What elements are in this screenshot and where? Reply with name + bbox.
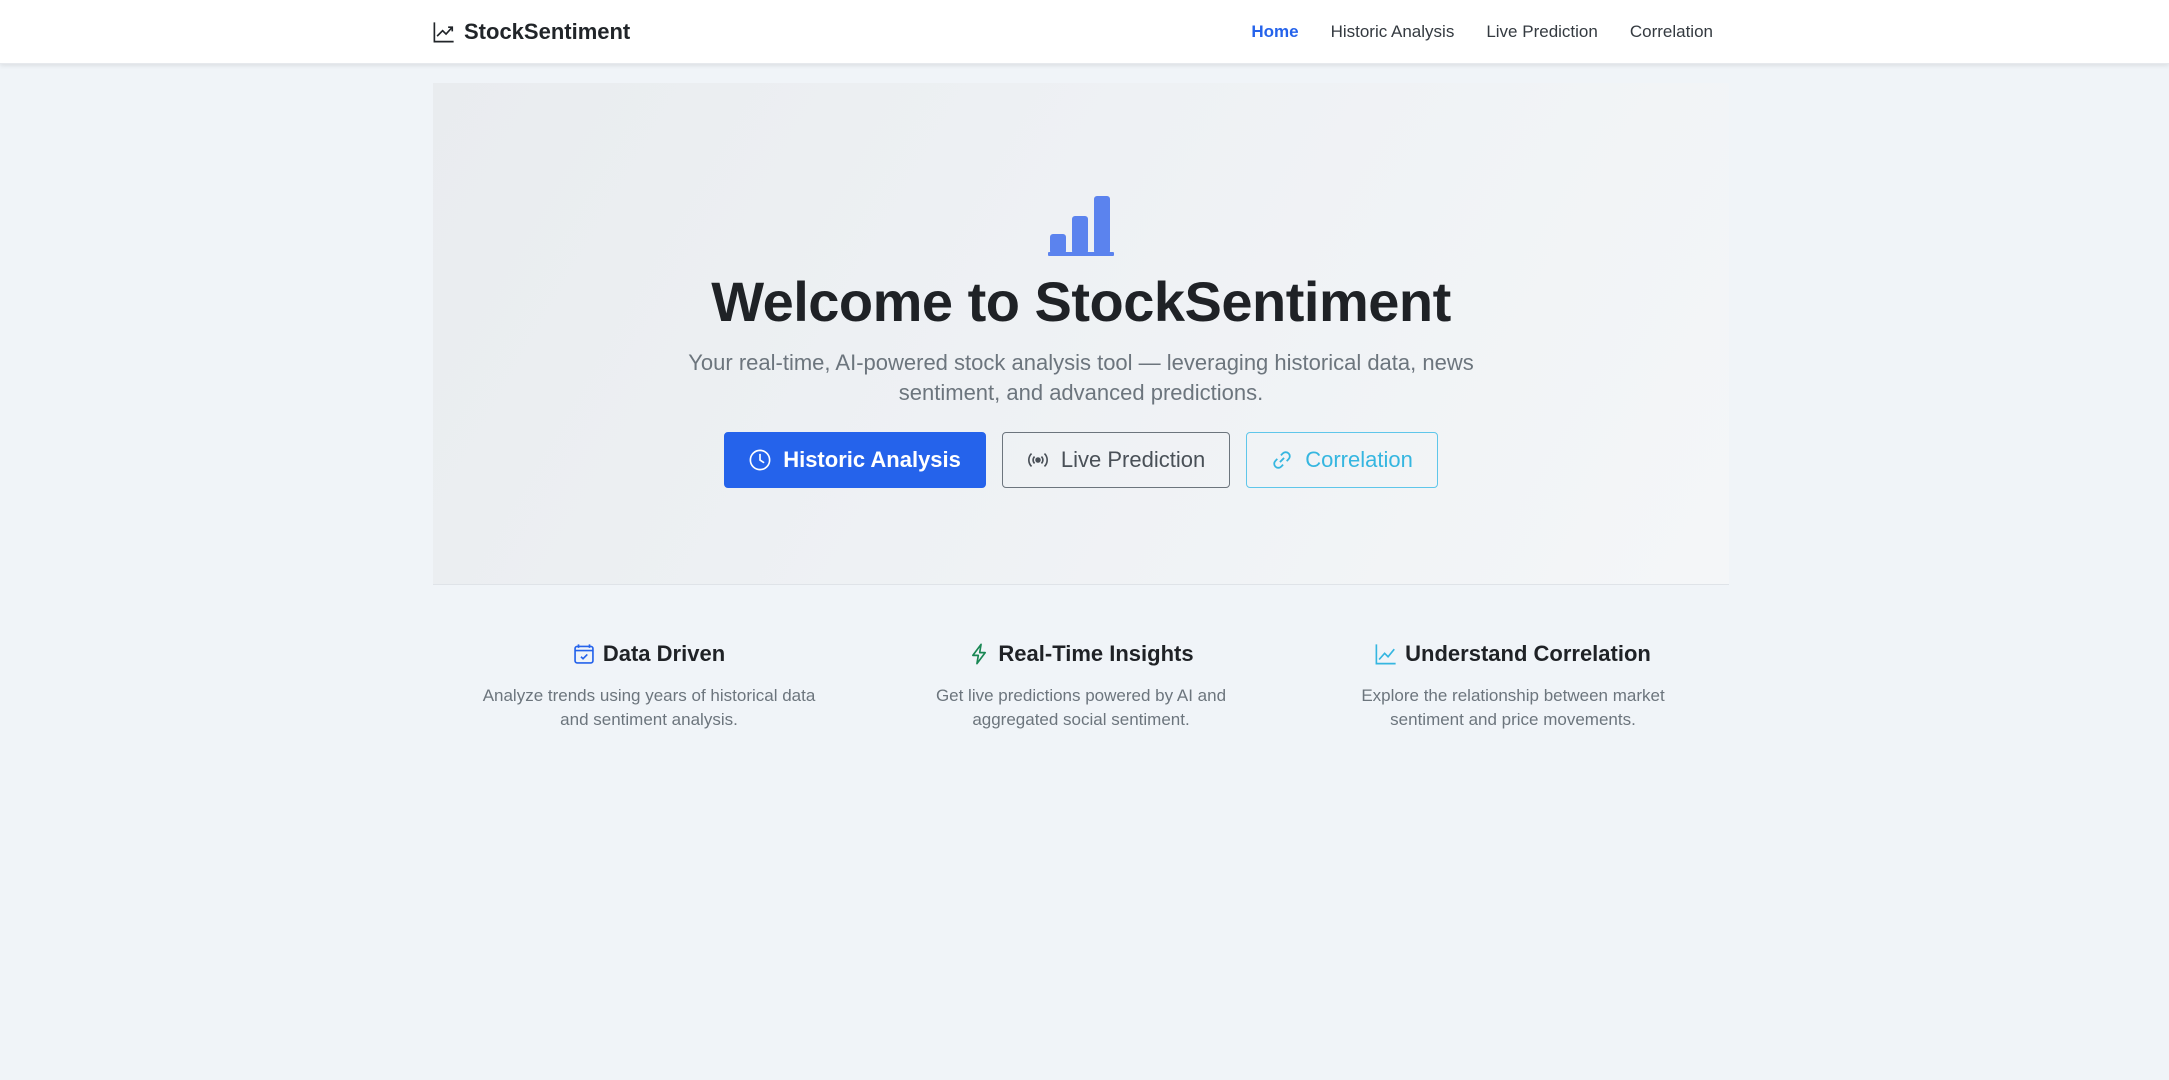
correlation-button[interactable]: Correlation (1246, 432, 1438, 488)
brand[interactable]: StockSentiment (433, 18, 630, 46)
feature-description: Analyze trends using years of historical… (449, 684, 849, 732)
nav-link-historic-analysis[interactable]: Historic Analysis (1331, 22, 1455, 42)
navbar: StockSentiment Home Historic Analysis Li… (0, 0, 2169, 64)
historic-analysis-button[interactable]: Historic Analysis (724, 432, 986, 488)
nav-links: Home Historic Analysis Live Prediction C… (1251, 18, 1713, 46)
nav-link-live-prediction[interactable]: Live Prediction (1486, 22, 1598, 42)
feature-description: Get live predictions powered by AI and a… (881, 684, 1281, 732)
hero-subtitle-line-1: Your real-time, AI-powered stock analysi… (688, 350, 1474, 375)
brand-name: StockSentiment (464, 19, 631, 44)
features-section: Data Driven Analyze trends using years o… (433, 620, 1729, 740)
feature-title: Data Driven (449, 638, 849, 670)
feature-title-text: Data Driven (602, 641, 726, 666)
feature-understand-correlation: Understand Correlation Explore the relat… (1313, 638, 1713, 732)
feature-real-time-insights: Real-Time Insights Get live predictions … (881, 638, 1281, 732)
correlation-button-label: Correlation (1305, 447, 1413, 472)
feature-title-text: Understand Correlation (1405, 641, 1651, 666)
feature-title: Real-Time Insights (881, 638, 1281, 670)
trend-line-icon (433, 22, 454, 43)
feature-data-driven: Data Driven Analyze trends using years o… (449, 638, 849, 732)
broadcast-icon (1027, 452, 1048, 468)
hero-title: Welcome to StockSentiment (711, 270, 1451, 333)
bar-chart-icon (1048, 196, 1114, 256)
link-icon (1273, 451, 1291, 469)
calendar-check-icon (574, 644, 594, 664)
hero-subtitle-line-2: sentiment, and advanced predictions. (898, 380, 1264, 405)
hero-subtitle: Your real-time, AI-powered stock analysi… (656, 348, 1506, 408)
live-prediction-button-label: Live Prediction (1060, 447, 1206, 472)
feature-description-line-1: Explore the relationship between market (1361, 686, 1665, 705)
nav-link-correlation[interactable]: Correlation (1630, 22, 1713, 42)
feature-title: Understand Correlation (1313, 638, 1713, 670)
graph-up-icon (1375, 644, 1396, 665)
hero-section: Welcome to StockSentiment Your real-time… (433, 83, 1729, 585)
hero-buttons: Historic Analysis Live Prediction Correl… (433, 432, 1729, 488)
feature-description-line-2: sentiment and price movements. (1390, 710, 1636, 729)
feature-title-text: Real-Time Insights (998, 641, 1194, 666)
live-prediction-button[interactable]: Live Prediction (1001, 432, 1231, 488)
feature-description-line-2: and sentiment analysis. (560, 710, 738, 729)
clock-icon (749, 449, 771, 471)
feature-description-line-1: Get live predictions powered by AI and (935, 686, 1227, 705)
feature-description: Explore the relationship between market … (1313, 684, 1713, 732)
feature-description-line-2: aggregated social sentiment. (972, 710, 1190, 729)
lightning-icon (972, 643, 987, 665)
historic-analysis-button-label: Historic Analysis (783, 447, 961, 472)
nav-link-home[interactable]: Home (1251, 22, 1298, 42)
feature-description-line-1: Analyze trends using years of historical… (482, 686, 816, 705)
